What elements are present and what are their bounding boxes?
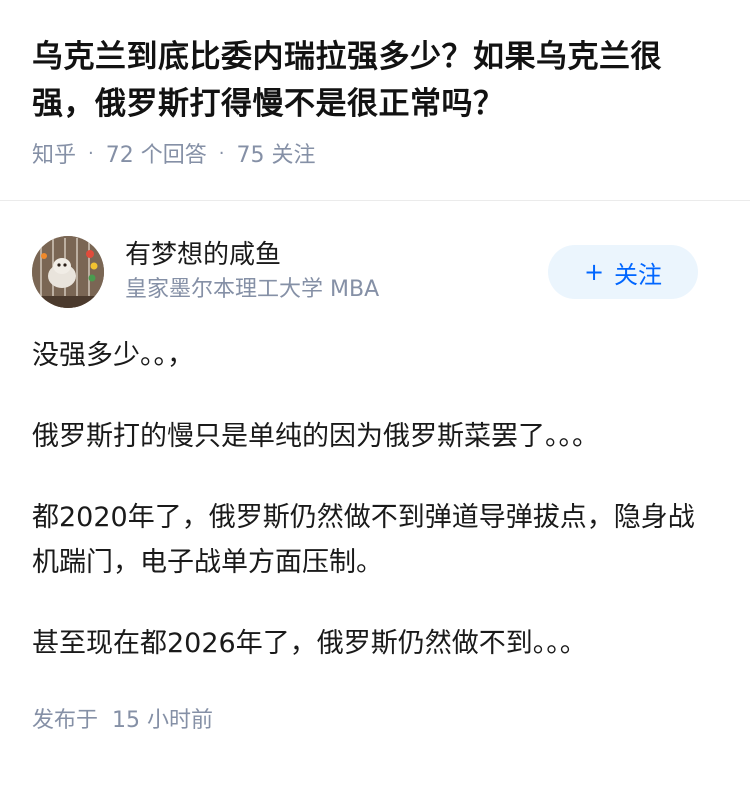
answer-paragraph: 甚至现在都2026年了，俄罗斯仍然做不到。。。 xyxy=(32,628,587,659)
author-headline: 皇家墨尔本理工大学 MBA xyxy=(125,277,380,302)
follow-button-label: 关注 xyxy=(614,260,663,289)
question-title[interactable]: 乌克兰到底比委内瑞拉强多少？如果乌克兰很强，俄罗斯打得慢不是很正常吗？ xyxy=(32,34,718,128)
source-label[interactable]: 知乎 xyxy=(32,137,76,169)
time-prefix: 发布于 xyxy=(32,708,99,733)
answer-paragraph: 没强多少。。， xyxy=(32,340,194,371)
follow-count[interactable]: 75 关注 xyxy=(236,137,315,169)
avatar[interactable] xyxy=(32,236,104,308)
answer-card: 有梦想的咸鱼 皇家墨尔本理工大学 MBA + 关注 没强多少。。， 俄罗斯打的慢… xyxy=(0,235,750,734)
answer-content[interactable]: 没强多少。。， 俄罗斯打的慢只是单纯的因为俄罗斯菜罢了。。。 都2020年了，俄… xyxy=(32,333,718,666)
divider xyxy=(0,200,750,201)
answer-paragraph: 俄罗斯打的慢只是单纯的因为俄罗斯菜罢了。。。 xyxy=(32,421,599,452)
separator-dot: · xyxy=(88,142,94,164)
follow-button[interactable]: + 关注 xyxy=(548,245,698,299)
plus-icon: + xyxy=(583,258,605,286)
time-value: 15 小时前 xyxy=(112,708,214,733)
question-header: 乌克兰到底比委内瑞拉强多少？如果乌克兰很强，俄罗斯打得慢不是很正常吗？ 知乎 ·… xyxy=(0,0,750,169)
author-info: 有梦想的咸鱼 皇家墨尔本理工大学 MBA xyxy=(125,238,379,306)
author-row: 有梦想的咸鱼 皇家墨尔本理工大学 MBA + 关注 xyxy=(32,235,718,309)
question-meta: 知乎 · 72 个回答 · 75 关注 xyxy=(32,137,718,169)
answer-count[interactable]: 72 个回答 xyxy=(106,137,207,169)
answer-time: 发布于 15 小时前 xyxy=(32,702,718,734)
avatar-image xyxy=(32,236,104,308)
answer-paragraph: 都2020年了，俄罗斯仍然做不到弹道导弹拔点，隐身战机踹门，电子战单方面压制。 xyxy=(32,502,695,578)
author-name[interactable]: 有梦想的咸鱼 xyxy=(125,238,379,272)
separator-dot: · xyxy=(218,142,225,164)
